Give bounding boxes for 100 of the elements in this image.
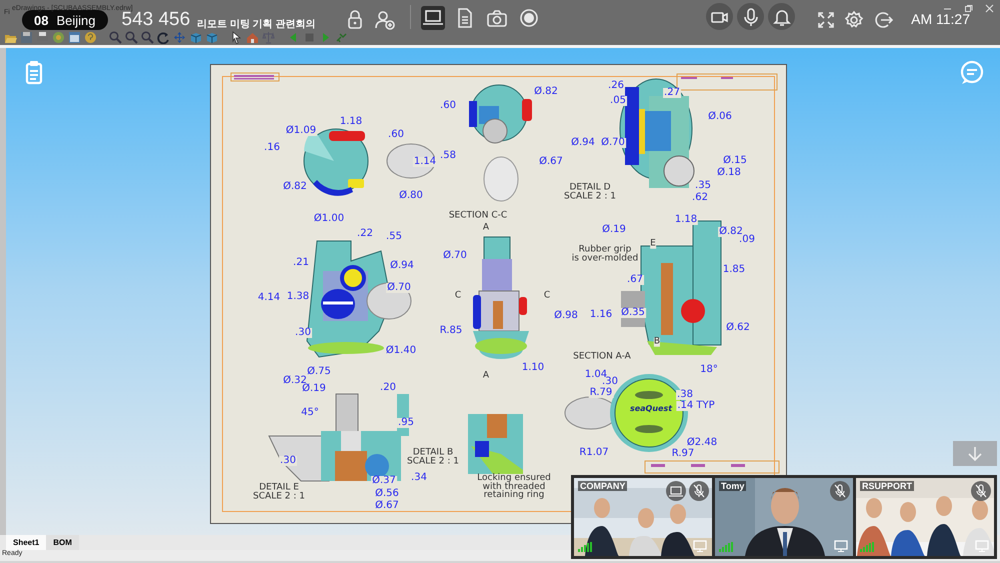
dimension-label: 1.38	[286, 292, 310, 302]
monitor-icon	[693, 540, 707, 552]
dimension-label: .30	[279, 456, 297, 466]
cube-icon[interactable]	[205, 31, 218, 44]
laptop-button[interactable]	[420, 6, 445, 30]
dimension-label: Ø.67	[538, 157, 564, 167]
scroll-down-button[interactable]	[953, 441, 997, 466]
dimension-label: .60	[387, 130, 405, 140]
participant-name: Tomy	[719, 481, 746, 491]
dimension-label: .62	[691, 193, 709, 203]
dimension-label: .30	[601, 377, 619, 387]
settings-icon[interactable]	[844, 10, 864, 30]
restore-icon[interactable]	[964, 4, 973, 13]
dimension-label: 1.85	[722, 265, 746, 275]
signal-icon	[578, 542, 592, 552]
globe-icon[interactable]	[52, 31, 65, 44]
arrow-down-icon	[967, 446, 983, 462]
signal-icon	[860, 542, 874, 552]
dimension-label: Ø.98	[553, 311, 579, 321]
drawing-note: Locking ensured with threaded retaining ring	[477, 474, 551, 500]
dimension-label: .27	[663, 88, 681, 98]
dimension-label: R1.07	[578, 448, 610, 458]
dimension-label: .20	[379, 383, 397, 393]
bell-button[interactable]	[768, 3, 796, 30]
drawing-note: B	[654, 338, 660, 346]
dimension-label: .22	[356, 229, 374, 239]
drawing-note: DETAIL D SCALE 2 : 1	[564, 183, 616, 201]
drawing-note: A	[482, 372, 490, 380]
dimension-label: 4.14	[256, 293, 282, 303]
dimension-label: .95	[397, 418, 415, 428]
part-drawing	[468, 414, 523, 474]
close-icon[interactable]	[985, 4, 994, 13]
window-icon[interactable]	[68, 31, 81, 44]
help-icon[interactable]	[84, 31, 97, 44]
drawing-note: C	[544, 292, 550, 300]
cursor-icon[interactable]	[230, 31, 243, 44]
dimension-label: Ø.19	[601, 225, 627, 235]
dimension-label: Ø.70	[600, 138, 626, 148]
dimension-label: 1.14	[412, 157, 438, 167]
dimension-label: 1.04	[584, 370, 608, 380]
dimension-label: Ø.56	[374, 489, 400, 499]
drawing-note: A	[482, 224, 490, 232]
title-block-drawing	[230, 72, 280, 82]
save-icon[interactable]	[20, 31, 33, 44]
dimension-label: .14 TYP	[676, 401, 716, 411]
dimension-label: .67	[626, 275, 644, 285]
dimension-label: Ø1.09	[284, 126, 318, 136]
dimension-label: 1.18	[674, 215, 698, 225]
logo-text: seaQuest	[630, 405, 672, 413]
drawing-note: Rubber grip is over-molded	[572, 245, 638, 263]
zoom-icon[interactable]	[125, 31, 138, 44]
drawing-note: SECTION A-A	[573, 352, 631, 362]
dimension-label: Ø.80	[398, 191, 424, 201]
zoom-icon[interactable]	[109, 31, 122, 44]
monitor-icon	[975, 540, 989, 552]
sheet-tab[interactable]: BOM	[46, 535, 79, 550]
dimension-label: Ø.82	[718, 227, 744, 237]
dimension-label: Ø.06	[707, 112, 733, 122]
dimension-label: Ø2.48	[686, 438, 718, 448]
dimension-label: .34	[410, 473, 428, 483]
cube-icon[interactable]	[189, 31, 202, 44]
dimension-label: Ø.70	[386, 283, 412, 293]
dimension-label: .38	[676, 390, 694, 400]
dimension-label: 45°	[300, 408, 320, 418]
signal-icon	[719, 542, 733, 552]
dimension-label: Ø.15	[722, 156, 748, 166]
video-button[interactable]	[706, 3, 734, 30]
dimension-label: Ø.35	[620, 308, 646, 318]
dimension-label: .55	[385, 232, 403, 242]
drawing-note: C	[454, 292, 462, 300]
dimension-label: .30	[294, 328, 312, 338]
zoom-icon[interactable]	[141, 31, 154, 44]
dimension-label: .05	[609, 96, 627, 106]
sheet-tab[interactable]: Sheet1	[6, 535, 46, 550]
dimension-label: R.97	[670, 449, 696, 459]
house-icon[interactable]	[246, 31, 259, 44]
dimension-label: 1.16	[588, 310, 614, 320]
exit-icon[interactable]	[873, 10, 894, 30]
microphone-button[interactable]	[737, 3, 764, 30]
drawing-note: DETAIL B SCALE 2 : 1	[407, 448, 459, 466]
drawing-note: SECTION C-C	[448, 212, 508, 220]
participant-name: RSUPPORT	[860, 481, 914, 491]
dimension-label: Ø.18	[716, 168, 742, 178]
fullscreen-icon[interactable]	[817, 11, 836, 29]
dimension-label: .21	[292, 258, 310, 268]
rotate-icon[interactable]	[157, 31, 170, 44]
add-user-icon[interactable]	[374, 10, 396, 30]
lock-icon[interactable]	[346, 10, 364, 30]
dimension-label: Ø.70	[442, 251, 468, 261]
dimension-label: Ø.94	[570, 138, 596, 148]
dimension-label: Ø.94	[389, 261, 415, 271]
dimension-label: Ø.67	[374, 501, 400, 511]
drawing-note: DETAIL E SCALE 2 : 1	[253, 483, 305, 501]
clock: AM 11:27	[911, 11, 970, 27]
dimension-label: .26	[607, 81, 625, 91]
meeting-title: 리모트 미팅 기획 관련회의	[197, 18, 316, 31]
dimension-label: R.85	[438, 326, 464, 336]
room-badge: 08 Beijing	[22, 10, 108, 30]
dimension-label: Ø.37	[371, 476, 397, 486]
dimension-label: .35	[694, 181, 712, 191]
